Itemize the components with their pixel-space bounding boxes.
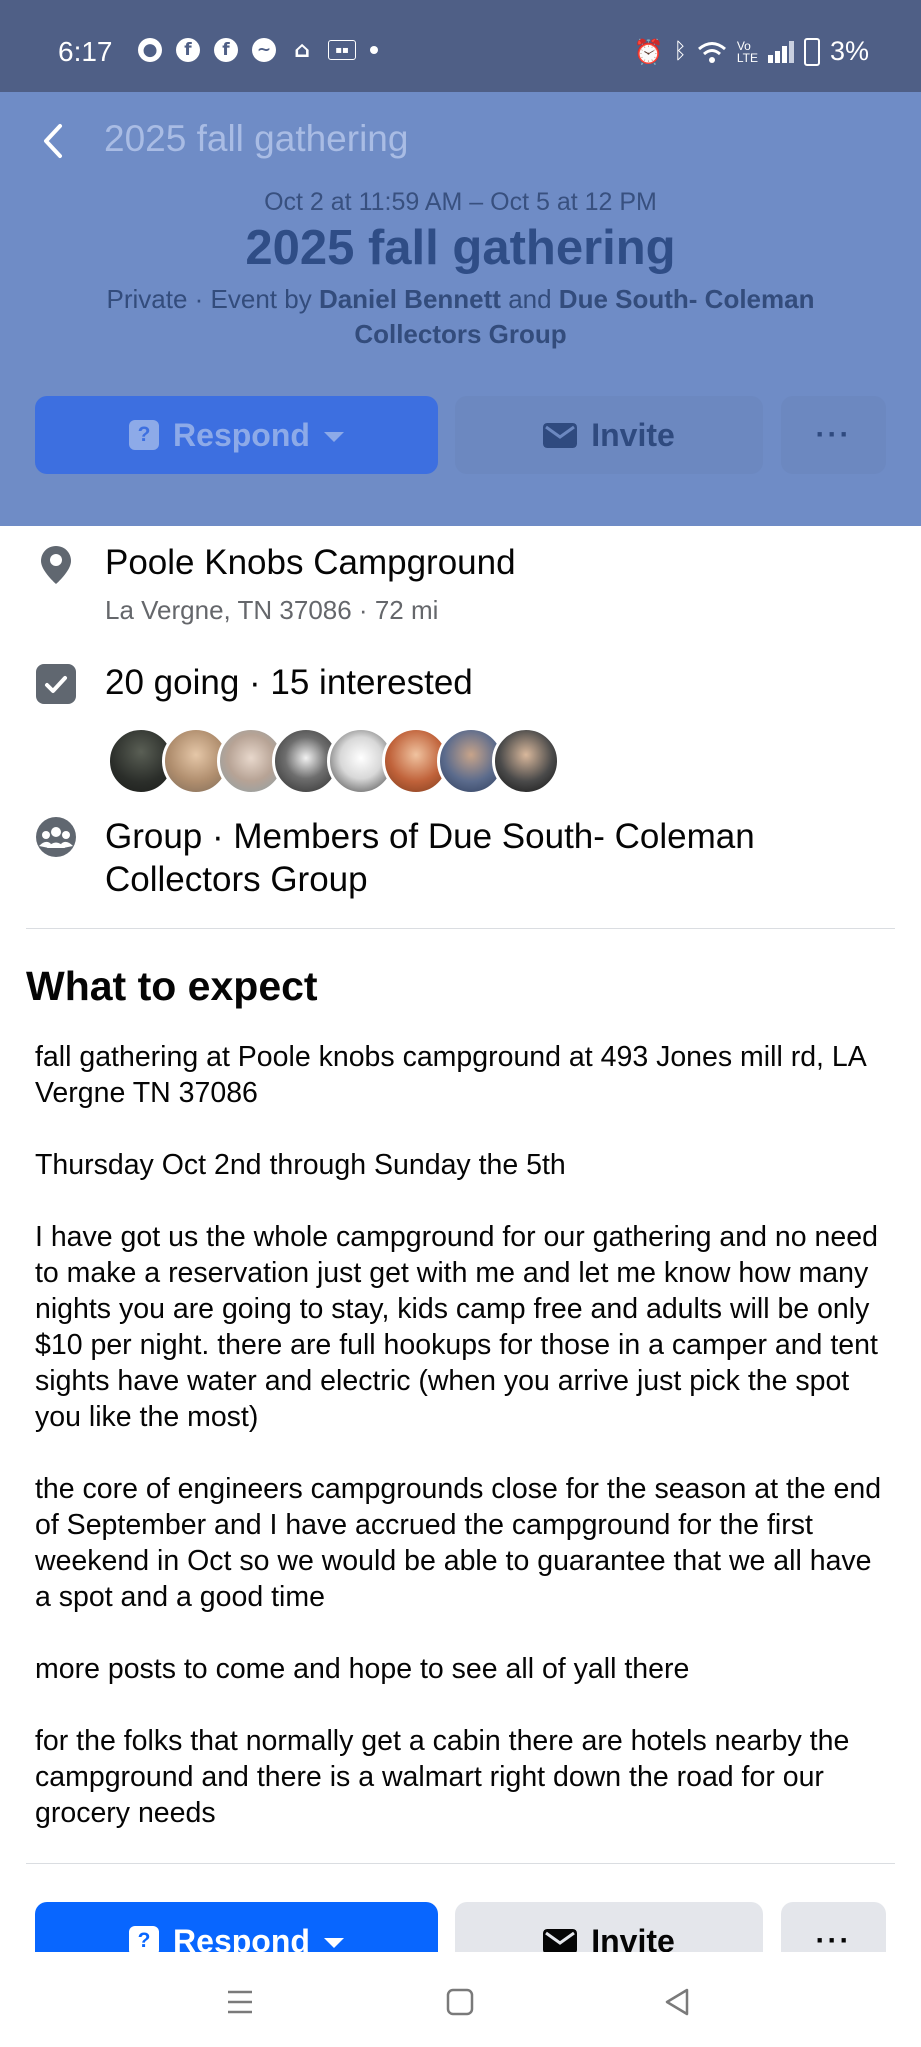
event-byline: Private · Event by Daniel Bennett and Du…: [80, 282, 841, 352]
status-bar: 6:17 ● f f ~ ⌂ ▪▪ ⏰ ᛒ Vo LTE 3%: [0, 0, 921, 92]
invite-label: Invite: [591, 1922, 675, 1953]
description-paragraph: Thursday Oct 2nd through Sunday the 5th: [35, 1149, 566, 1181]
invite-label: Invite: [591, 416, 675, 453]
battery-icon: [803, 37, 820, 66]
invite-button[interactable]: Invite: [455, 396, 763, 474]
event-description: fall gathering at Poole knobs campground…: [35, 1039, 895, 1831]
respond-button[interactable]: ? Respond: [35, 396, 438, 474]
more-dots-icon: ···: [815, 418, 852, 451]
respond-label: Respond: [173, 1922, 310, 1953]
section-divider: [26, 928, 895, 929]
back-arrow-icon[interactable]: [34, 116, 74, 166]
wifi-icon: [697, 41, 726, 63]
more-options-button[interactable]: ···: [781, 1902, 886, 1952]
chat-bubble-icon: ●: [138, 38, 162, 62]
section-divider: [26, 1863, 895, 1864]
volte-icon: Vo LTE: [736, 38, 758, 65]
respond-icon: ?: [129, 420, 160, 450]
event-title: 2025 fall gathering: [245, 221, 676, 275]
facebook-icon: f: [176, 38, 200, 62]
signal-icon: [767, 40, 794, 63]
attendance-summary[interactable]: 20 going · 15 interested: [105, 663, 473, 703]
avatar: [492, 727, 560, 795]
event-audience: Group · Members of Due South- Coleman Co…: [105, 817, 755, 899]
about-heading: What to expect: [26, 963, 318, 1009]
privacy-label: Private · Event by: [106, 284, 319, 314]
alarm-icon: ⏰: [633, 37, 664, 66]
temu-icon: ▪▪: [328, 40, 356, 60]
system-icons: ⏰ ᛒ Vo LTE 3%: [634, 36, 869, 67]
chevron-down-icon: [323, 432, 344, 442]
group-icon: [36, 817, 76, 857]
location-pin-icon: [41, 546, 71, 584]
app-icon: ⌂: [294, 37, 310, 63]
description-paragraph: I have got us the whole campground for o…: [35, 1221, 878, 1433]
messenger-icon: ~: [252, 38, 276, 62]
byline-and: and: [500, 284, 559, 314]
facebook-icon: f: [214, 38, 238, 62]
host-link[interactable]: Daniel Bennett: [319, 284, 501, 314]
chevron-down-icon: [323, 1938, 344, 1948]
envelope-icon: [543, 1928, 578, 1952]
more-dots-icon: ···: [815, 1924, 852, 1952]
description-paragraph: the core of engineers campgrounds close …: [35, 1473, 882, 1613]
bottom-actions: ? Respond Invite ···: [0, 1900, 921, 1952]
invite-button[interactable]: Invite: [455, 1902, 763, 1952]
toolbar-title: 2025 fall gathering: [104, 118, 409, 159]
respond-icon: ?: [129, 1926, 160, 1952]
location-name[interactable]: Poole Knobs Campground: [105, 543, 516, 583]
event-header: 2025 fall gathering Oct 2 at 11:59 AM – …: [0, 92, 921, 526]
battery-level: 3%: [829, 36, 869, 66]
location-address: La Vergne, TN 37086 · 72 mi: [105, 595, 439, 625]
bluetooth-icon: ᛒ: [673, 39, 687, 64]
notification-icons: ● f f ~ ⌂ ▪▪: [138, 37, 378, 63]
more-options-button[interactable]: ···: [781, 396, 886, 474]
more-notifications-dot: [370, 46, 378, 54]
back-icon[interactable]: [657, 1982, 697, 2022]
home-icon[interactable]: [440, 1982, 480, 2022]
envelope-icon: [543, 422, 578, 448]
description-paragraph: for the folks that normally get a cabin …: [35, 1725, 850, 1829]
system-navigation-bar: [0, 1952, 921, 2047]
event-date: Oct 2 at 11:59 AM – Oct 5 at 12 PM: [264, 188, 657, 216]
recent-apps-icon[interactable]: [220, 1982, 260, 2022]
description-paragraph: fall gathering at Poole knobs campground…: [35, 1041, 866, 1109]
status-time: 6:17: [58, 36, 113, 67]
respond-label: Respond: [173, 416, 310, 453]
respond-button[interactable]: ? Respond: [35, 1902, 438, 1952]
calendar-check-icon: [36, 664, 76, 704]
description-paragraph: more posts to come and hope to see all o…: [35, 1653, 690, 1685]
